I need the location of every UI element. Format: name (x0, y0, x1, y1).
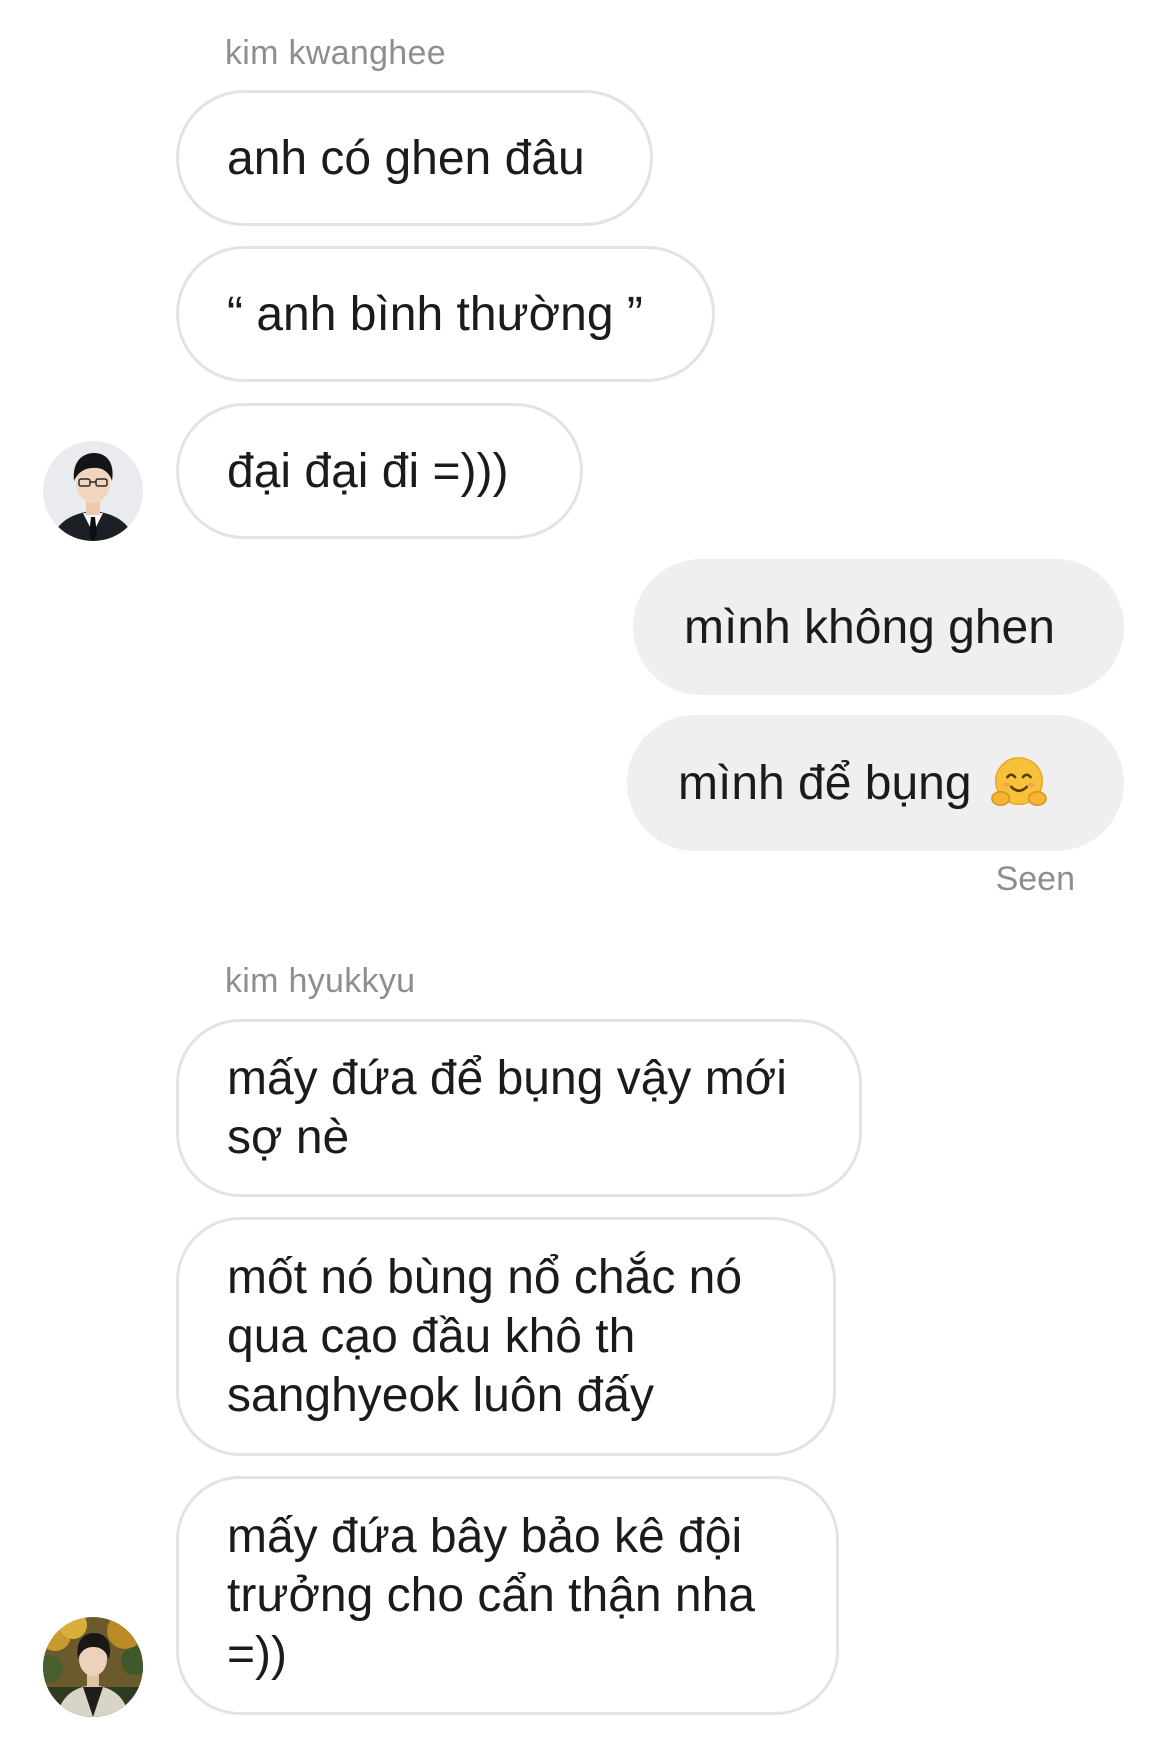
message-text: mấy đứa bây bảo kê đội trưởng cho cẩn th… (227, 1510, 755, 1681)
message-bubble-incoming[interactable]: “ anh bình thường ” (176, 246, 715, 382)
message-text: mấy đứa để bụng vậy mới sợ nè (227, 1052, 787, 1164)
sender-name-kim-hyukkyu: kim hyukkyu (225, 962, 416, 1000)
avatar-kim-kwanghee[interactable] (43, 441, 143, 541)
message-text: mốt nó bùng nổ chắc nó qua cạo đầu khô t… (227, 1251, 743, 1422)
profile-photo-suit-glasses-icon (43, 441, 143, 541)
message-bubble-outgoing[interactable]: mình không ghen (633, 559, 1124, 695)
message-bubble-outgoing[interactable]: mình để bụng (627, 715, 1124, 851)
hugging-face-emoji-icon (990, 757, 1047, 807)
message-bubble-incoming[interactable]: đại đại đi =))) (176, 403, 583, 539)
message-text: mình không ghen (684, 600, 1055, 654)
message-bubble-incoming[interactable]: anh có ghen đâu (176, 90, 653, 226)
message-text: anh có ghen đâu (227, 131, 585, 185)
profile-photo-autumn-icon (43, 1617, 143, 1717)
message-bubble-incoming[interactable]: mấy đứa để bụng vậy mới sợ nè (176, 1019, 862, 1197)
message-text: “ anh bình thường ” (227, 287, 643, 341)
message-bubble-incoming[interactable]: mấy đứa bây bảo kê đội trưởng cho cẩn th… (176, 1476, 839, 1715)
avatar-kim-hyukkyu[interactable] (43, 1617, 143, 1717)
message-bubble-incoming[interactable]: mốt nó bùng nổ chắc nó qua cạo đầu khô t… (176, 1217, 836, 1456)
sender-name-kim-kwanghee: kim kwanghee (225, 34, 446, 72)
seen-status: Seen (995, 860, 1075, 898)
message-text: đại đại đi =))) (227, 444, 509, 498)
message-text: mình để bụng (678, 756, 972, 810)
